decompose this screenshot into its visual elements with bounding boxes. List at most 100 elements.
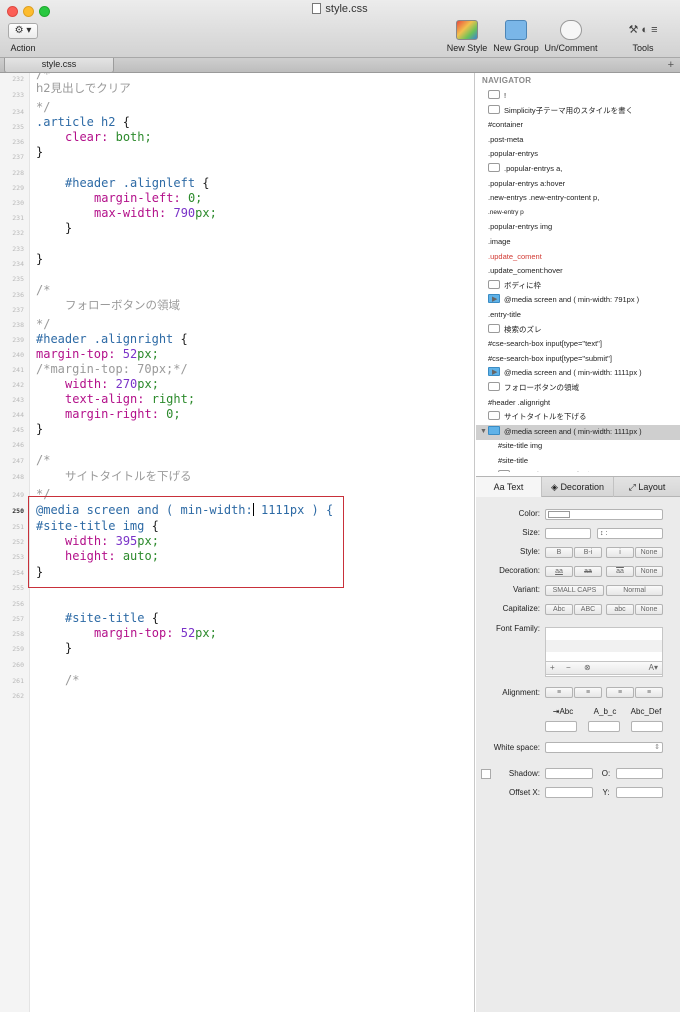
navigator-item[interactable]: #site-title img: [498, 439, 680, 454]
navigator-item[interactable]: #cse-search-box input[type="submit"]: [488, 352, 680, 367]
uppercase-button[interactable]: ABC: [574, 604, 602, 615]
code-line: max-width: 790px;: [94, 206, 217, 220]
line-number: 249: [12, 491, 24, 499]
navigator-item[interactable]: .popular-entrys a,: [488, 162, 680, 177]
underline-button[interactable]: aa: [545, 566, 573, 577]
line-number: 254: [12, 569, 24, 577]
navigator-item[interactable]: #container: [488, 118, 680, 133]
code-line: width: 270px;: [65, 377, 159, 391]
navigator-item[interactable]: ▶ @media screen and ( min-width: 791px ): [488, 293, 680, 308]
disclosure-open-icon[interactable]: ▼: [480, 425, 487, 439]
capitalize-button[interactable]: Abc: [545, 604, 573, 615]
style-none-button[interactable]: None: [635, 547, 663, 558]
code-line: #header .alignleft {: [65, 176, 210, 190]
comment-icon: [488, 323, 500, 333]
offset-x-select[interactable]: [545, 787, 593, 798]
font-menu-icon[interactable]: A▾: [649, 663, 658, 672]
add-tab-button[interactable]: +: [668, 58, 674, 72]
navigator-item[interactable]: !: [488, 89, 680, 104]
navigator-item[interactable]: サイト概要の下を広げる: [498, 469, 680, 472]
shadow-blur-select[interactable]: [616, 768, 663, 779]
remove-font-button[interactable]: −: [566, 663, 571, 672]
comment-icon: [488, 279, 500, 289]
navigator-item[interactable]: .new-entry p: [488, 206, 680, 221]
new-style-button[interactable]: New Style: [444, 20, 490, 53]
small-caps-button[interactable]: SMALL CAPS: [545, 585, 604, 596]
align-right-button[interactable]: ≡: [606, 687, 634, 698]
align-left-button[interactable]: ≡: [545, 687, 573, 698]
lowercase-button[interactable]: abc: [606, 604, 634, 615]
add-font-button[interactable]: +: [550, 663, 555, 672]
line-height-select[interactable]: ↕ :: [597, 528, 663, 539]
tab-style-css[interactable]: style.css: [4, 58, 114, 73]
navigator-item[interactable]: .entry-title: [488, 308, 680, 323]
style-italic-button[interactable]: i: [606, 547, 634, 558]
navigator-item[interactable]: Simplicity子テーマ用のスタイルを書く: [488, 104, 680, 119]
tab-text[interactable]: Aa Text: [476, 477, 542, 497]
navigator-item[interactable]: ▶ @media screen and ( min-width: 1111px ): [488, 366, 680, 381]
line-number: 235: [12, 275, 24, 283]
navigator-item-label: .update_coment:hover: [488, 266, 563, 276]
style-bold-italic-button[interactable]: B-i: [574, 547, 602, 558]
font-family-label: Font Family:: [495, 624, 540, 633]
line-number: 236: [12, 291, 24, 299]
navigator-item[interactable]: ボディに枠: [488, 279, 680, 294]
line-number: 248: [12, 473, 24, 481]
navigator-item[interactable]: .update_coment: [488, 250, 680, 265]
text-indent-select[interactable]: [545, 721, 577, 732]
offset-y-select[interactable]: [616, 787, 663, 798]
offset-x-label: Offset X:: [509, 788, 540, 797]
letter-spacing-select[interactable]: [588, 721, 620, 732]
offset-y-label: Y:: [602, 788, 610, 797]
navigator-item[interactable]: フォローボタンの領域: [488, 381, 680, 396]
navigator-item-label: .popular-entrys img: [488, 222, 553, 232]
disclosure-closed-icon[interactable]: ▶: [492, 293, 497, 307]
navigator-item[interactable]: ▼ @media screen and ( min-width: 1111px ): [476, 424, 680, 440]
variant-normal-button[interactable]: Normal: [606, 585, 663, 596]
shadow-label: Shadow:: [508, 769, 540, 778]
navigator-item[interactable]: #cse-search-box input[type="text"]: [488, 337, 680, 352]
navigator-item[interactable]: サイトタイトルを下げる: [488, 410, 680, 425]
navigator-item[interactable]: 検索のズレ: [488, 323, 680, 338]
strikethrough-button[interactable]: aa: [574, 566, 602, 577]
style-bold-button[interactable]: B: [545, 547, 573, 558]
decoration-none-button[interactable]: None: [635, 566, 663, 577]
tab-decoration[interactable]: ◈ Decoration: [542, 477, 614, 497]
new-group-button[interactable]: New Group: [492, 20, 540, 53]
navigator-item-label: .new-entrys .new-entry-content p,: [488, 193, 600, 203]
navigator-item[interactable]: .post-meta: [488, 133, 680, 148]
line-number: 232: [12, 75, 24, 83]
shadow-color-picker[interactable]: [545, 768, 593, 779]
disclosure-closed-icon[interactable]: ▶: [492, 366, 497, 380]
overline-button[interactable]: aa: [606, 566, 634, 577]
action-button[interactable]: ⚙ ▾: [8, 23, 38, 39]
align-justify-button[interactable]: ≡: [635, 687, 663, 698]
line-number: 228: [12, 169, 24, 177]
navigator-item[interactable]: .popular-entrys a:hover: [488, 177, 680, 192]
navigator-item[interactable]: #header .alignright: [488, 396, 680, 411]
letter-spacing-label: A_b_c: [593, 707, 617, 716]
navigator-item[interactable]: .popular-entrys: [488, 147, 680, 162]
navigator-item[interactable]: .update_coment:hover: [488, 264, 680, 279]
window-title: style.css: [0, 3, 680, 15]
capitalize-none-button[interactable]: None: [635, 604, 663, 615]
navigator-item[interactable]: #site-title: [498, 454, 680, 469]
size-select[interactable]: [545, 528, 591, 539]
navigator-item-label: .new-entry p: [488, 208, 524, 216]
code-line: }: [36, 145, 44, 159]
navigator-item[interactable]: .new-entrys .new-entry-content p,: [488, 191, 680, 206]
navigator-item-label: サイト概要の下を広げる: [514, 471, 597, 472]
navigator-item[interactable]: .image: [488, 235, 680, 250]
color-picker[interactable]: [545, 509, 663, 520]
comment-bubble-icon: [560, 20, 582, 40]
align-center-button[interactable]: ≡: [574, 687, 602, 698]
code-editor[interactable]: 232 233 234 235 236 237 228 229 230 231 232 233 234 2…: [0, 73, 475, 1012]
tools-button[interactable]: ⚒ ◐ ≡ Tools: [612, 20, 674, 53]
uncomment-button[interactable]: Un/Comment: [542, 20, 600, 53]
white-space-select[interactable]: ⇕: [545, 742, 663, 753]
tab-layout[interactable]: ⤢ Layout: [614, 477, 680, 497]
clear-font-icon[interactable]: ⊗: [584, 663, 591, 672]
navigator-item[interactable]: .popular-entrys img: [488, 220, 680, 235]
word-spacing-select[interactable]: [631, 721, 663, 732]
line-number: 233: [12, 91, 24, 99]
